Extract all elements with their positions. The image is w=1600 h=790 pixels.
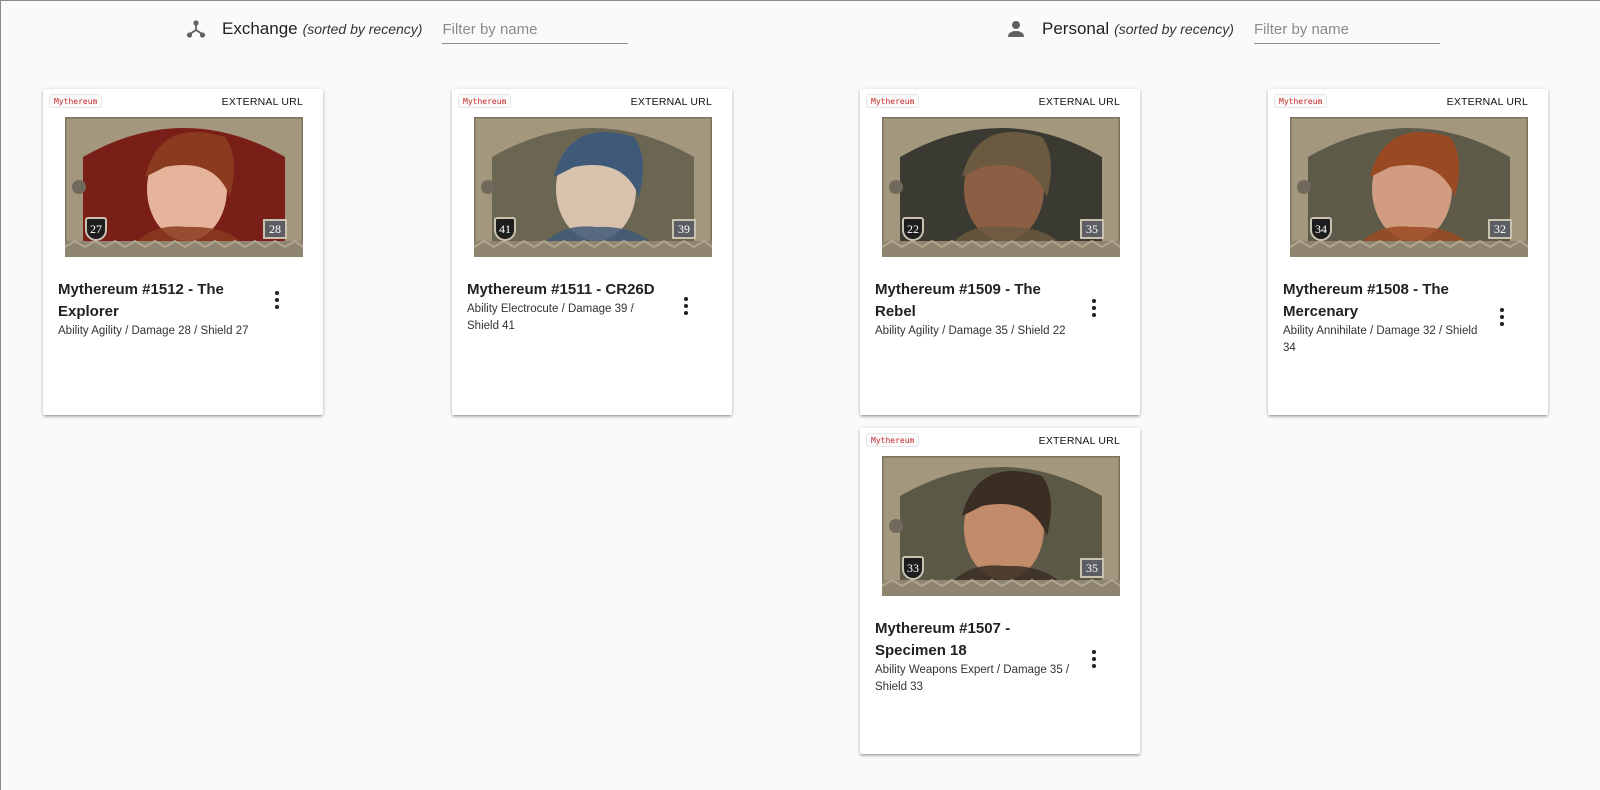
shield-value: 33 xyxy=(902,556,924,580)
more-options-icon[interactable] xyxy=(1084,296,1104,320)
card-subtitle: Ability Electrocute / Damage 39 / Shield… xyxy=(467,303,634,332)
exchange-filter-input[interactable] xyxy=(442,14,629,44)
more-options-icon[interactable] xyxy=(1492,305,1512,329)
exchange-sort-note: (sorted by recency) xyxy=(302,21,423,37)
nft-card[interactable]: Mythereum EXTERNAL URL 27 28 Mythereum #… xyxy=(43,89,323,415)
card-title: Mythereum #1509 - The Rebel xyxy=(875,281,1041,320)
damage-value: 35 xyxy=(1080,219,1104,239)
nft-card[interactable]: Mythereum EXTERNAL URL 34 32 Mythereum #… xyxy=(1268,89,1548,415)
shield-value: 34 xyxy=(1310,217,1332,241)
person-icon xyxy=(1008,21,1024,37)
card-title-block: Mythereum #1511 - CR26D Ability Electroc… xyxy=(467,279,662,335)
external-url-link[interactable]: EXTERNAL URL xyxy=(1039,435,1120,447)
nft-card[interactable]: Mythereum EXTERNAL URL 33 35 Mythereum #… xyxy=(860,428,1140,754)
card-artwork: 22 35 xyxy=(882,117,1120,257)
card-title-block: Mythereum #1508 - The Mercenary Ability … xyxy=(1283,279,1478,357)
card-subtitle: Ability Agility / Damage 35 / Shield 22 xyxy=(875,325,1066,337)
damage-value: 32 xyxy=(1488,219,1512,239)
collection-chip: Mythereum xyxy=(458,94,512,108)
more-options-icon[interactable] xyxy=(267,288,287,312)
collection-chip: Mythereum xyxy=(49,94,103,108)
card-title: Mythereum #1512 - The Explorer xyxy=(58,281,224,320)
card-title: Mythereum #1507 - Specimen 18 xyxy=(875,620,1011,659)
more-options-icon[interactable] xyxy=(1084,647,1104,671)
more-options-icon[interactable] xyxy=(676,294,696,318)
card-subtitle: Ability Weapons Expert / Damage 35 / Shi… xyxy=(875,664,1070,693)
external-url-link[interactable]: EXTERNAL URL xyxy=(631,96,712,108)
shield-value: 41 xyxy=(494,217,516,241)
share-network-icon xyxy=(186,20,206,38)
personal-filter-input[interactable] xyxy=(1253,14,1440,44)
damage-value: 35 xyxy=(1080,558,1104,578)
card-title-block: Mythereum #1512 - The Explorer Ability A… xyxy=(58,279,253,340)
collection-chip: Mythereum xyxy=(1274,94,1328,108)
card-title: Mythereum #1511 - CR26D xyxy=(467,281,655,298)
shield-value: 22 xyxy=(902,217,924,241)
card-artwork: 27 28 xyxy=(65,117,303,257)
external-url-link[interactable]: EXTERNAL URL xyxy=(1039,96,1120,108)
card-title: Mythereum #1508 - The Mercenary xyxy=(1283,281,1449,320)
nft-card[interactable]: Mythereum EXTERNAL URL 41 39 Mythereum #… xyxy=(452,89,732,415)
card-artwork: 34 32 xyxy=(1290,117,1528,257)
card-artwork: 41 39 xyxy=(474,117,712,257)
external-url-link[interactable]: EXTERNAL URL xyxy=(222,96,303,108)
exchange-header: Exchange (sorted by recency) xyxy=(184,14,629,44)
personal-sort-note: (sorted by recency) xyxy=(1114,21,1234,37)
collection-chip: Mythereum xyxy=(866,433,920,447)
personal-title: Personal xyxy=(1042,19,1110,38)
collection-chip: Mythereum xyxy=(866,94,920,108)
exchange-title: Exchange xyxy=(222,19,298,38)
nft-card[interactable]: Mythereum EXTERNAL URL 22 35 Mythereum #… xyxy=(860,89,1140,415)
personal-header: Personal (sorted by recency) xyxy=(1004,14,1440,44)
card-subtitle: Ability Annihilate / Damage 32 / Shield … xyxy=(1283,325,1478,354)
card-artwork: 33 35 xyxy=(882,456,1120,596)
card-title-block: Mythereum #1509 - The Rebel Ability Agil… xyxy=(875,279,1070,340)
damage-value: 28 xyxy=(263,219,287,239)
shield-value: 27 xyxy=(85,217,107,241)
damage-value: 39 xyxy=(672,219,696,239)
card-subtitle: Ability Agility / Damage 28 / Shield 27 xyxy=(58,325,249,337)
card-title-block: Mythereum #1507 - Specimen 18 Ability We… xyxy=(875,618,1070,696)
external-url-link[interactable]: EXTERNAL URL xyxy=(1447,96,1528,108)
